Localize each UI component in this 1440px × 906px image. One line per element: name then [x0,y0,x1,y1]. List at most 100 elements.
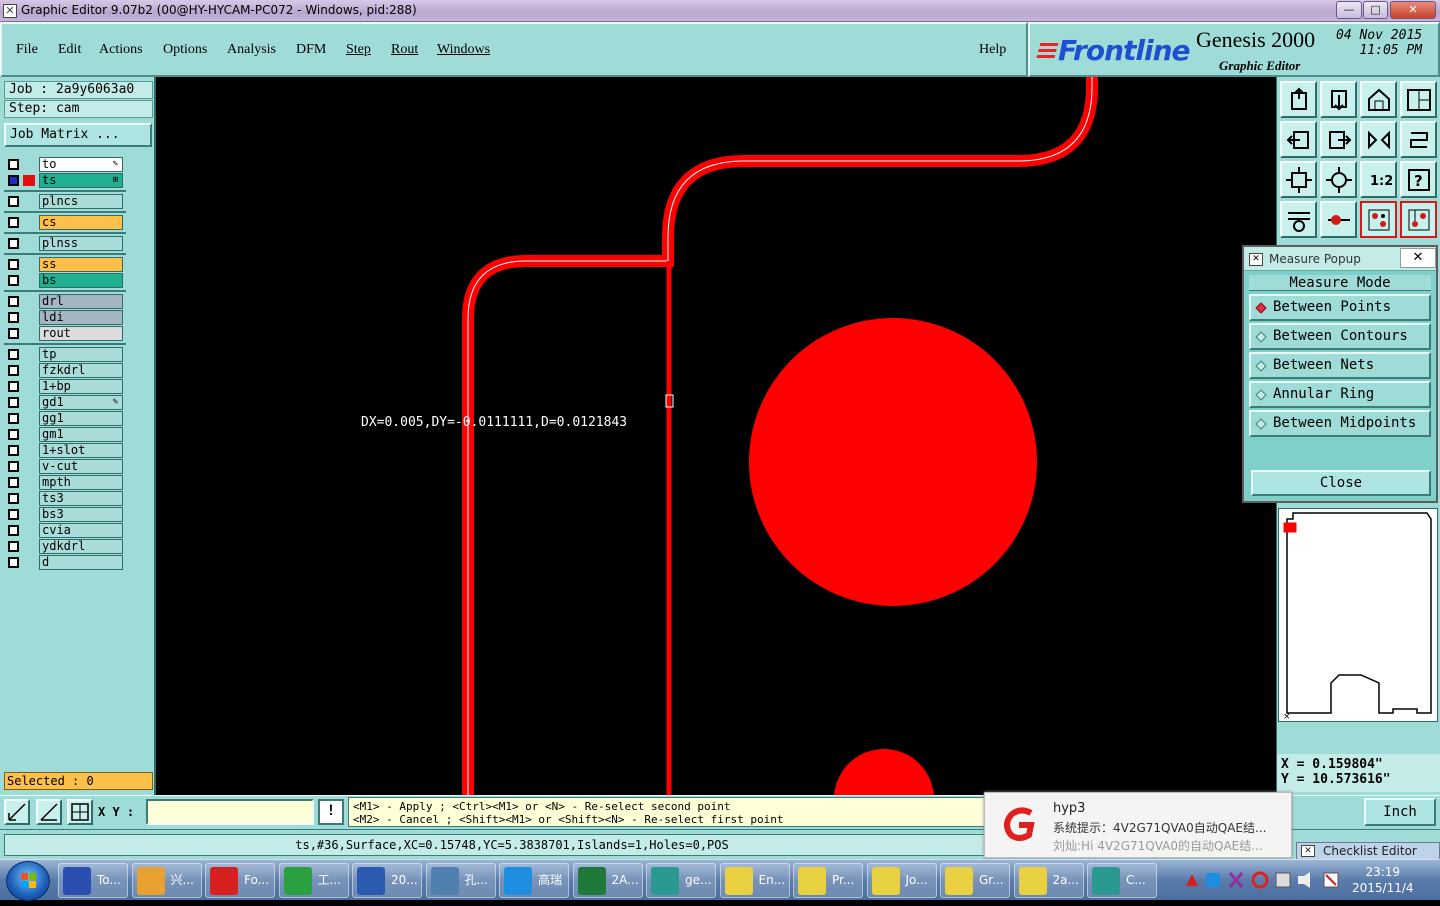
layer-name[interactable]: bs [39,273,123,288]
layer-row-bs3[interactable]: bs3 [4,507,126,522]
layer-checkbox[interactable] [8,349,19,360]
taskbar-item[interactable]: En... [719,863,790,898]
menu-windows[interactable]: Windows [437,42,490,58]
pan-right-icon[interactable] [1320,121,1357,158]
taskbar-item[interactable]: Gr... [940,863,1010,898]
measure-mode-option[interactable]: Between Nets [1249,352,1431,379]
measure-mode-option[interactable]: Between Contours [1249,323,1431,350]
exclamation-button[interactable]: ! [318,799,344,825]
taskbar-item[interactable]: Fo... [205,863,275,898]
layer-row-mpth[interactable]: mpth [4,475,126,490]
layer-name[interactable]: d [39,555,123,570]
layer-checkbox[interactable] [8,275,19,286]
layer-row-ydkdrl[interactable]: ydkdrl [4,539,126,554]
menu-edit[interactable]: Edit [58,42,81,58]
mirror-icon[interactable] [1360,121,1397,158]
close-window-button[interactable]: ✕ [1390,1,1436,19]
layer-name[interactable]: ss [39,257,123,272]
taskbar-item[interactable]: Pr... [793,863,863,898]
clock[interactable]: 23:19 2015/11/4 [1352,864,1414,896]
layer-name[interactable]: plncs [39,194,123,209]
job-matrix-button[interactable]: Job Matrix ... [4,123,152,147]
settings-tools-icon[interactable] [1280,201,1317,238]
layer-row-to[interactable]: to ✎ [4,157,126,172]
layer-row-drl[interactable]: drl [4,294,126,309]
layer-name[interactable]: drl [39,294,123,309]
pad-large[interactable] [749,318,1037,606]
layer-name[interactable]: 1+bp [39,379,123,394]
menu-dfm[interactable]: DFM [296,42,326,58]
layer-checkbox[interactable] [8,541,19,552]
split-view-icon[interactable] [1400,81,1437,118]
menu-help[interactable]: Help [979,42,1006,58]
taskbar-item[interactable]: C... [1087,863,1157,898]
maximize-button[interactable]: □ [1363,1,1388,19]
menu-file[interactable]: File [16,42,38,58]
zoom-home-icon[interactable] [1280,81,1317,118]
layer-name[interactable]: mpth [39,475,123,490]
layer-row-plnss[interactable]: plnss [4,236,126,251]
zoom-center-icon[interactable] [1320,161,1357,198]
layer-checkbox[interactable] [8,296,19,307]
layer-checkbox[interactable] [8,175,19,186]
layer-row-ts[interactable]: ts ⊞ [4,173,126,188]
taskbar-item[interactable]: 兴... [131,863,202,898]
layer-name[interactable]: v-cut [39,459,123,474]
layer-row-ldi[interactable]: ldi [4,310,126,325]
layer-checkbox[interactable] [8,328,19,339]
layer-name[interactable]: ts3 [39,491,123,506]
measure-mode-option[interactable]: Between Midpoints [1249,410,1431,437]
layer-checkbox[interactable] [8,381,19,392]
measure-mode-option[interactable]: Between Points [1249,294,1431,321]
layer-name[interactable]: ts ⊞ [39,173,123,188]
layer-name[interactable]: to ✎ [39,157,123,172]
fit-screen-icon[interactable] [1280,161,1317,198]
layer-name[interactable]: plnss [39,236,123,251]
units-button[interactable]: Inch [1364,798,1436,826]
taskbar-item[interactable]: To... [58,863,128,898]
home-layout-icon[interactable] [1360,81,1397,118]
layer-name[interactable]: ldi [39,310,123,325]
xy-input[interactable] [146,799,314,825]
angle-snap-icon[interactable] [36,799,62,825]
layer-checkbox[interactable] [8,312,19,323]
taskbar-item[interactable]: Jo... [866,863,937,898]
layer-checkbox[interactable] [8,159,19,170]
layer-row-cs[interactable]: cs [4,215,126,230]
menu-analysis[interactable]: Analysis [227,42,276,58]
board-overview[interactable]: × [1278,508,1438,722]
taskbar-item[interactable]: 高瑞 [499,863,569,898]
layer-checkbox[interactable] [8,365,19,376]
layer-row-fzkdrl[interactable]: fzkdrl [4,363,126,378]
taskbar-item[interactable]: 20... [352,863,422,898]
measure-mode-option[interactable]: Annular Ring [1249,381,1431,408]
layer-row-plncs[interactable]: plncs [4,194,126,209]
layer-name[interactable]: cvia [39,523,123,538]
layer-name[interactable]: ydkdrl [39,539,123,554]
drc-check-icon[interactable] [1400,201,1437,238]
layer-checkbox[interactable] [8,413,19,424]
layer-checkbox[interactable] [8,461,19,472]
help-icon[interactable]: ? [1400,161,1437,198]
layer-checkbox[interactable] [8,509,19,520]
layer-name[interactable]: fzkdrl [39,363,123,378]
layer-name[interactable]: bs3 [39,507,123,522]
taskbar-item[interactable]: 工... [278,863,349,898]
layer-row-1+slot[interactable]: 1+slot [4,443,126,458]
layer-compare-icon[interactable] [1360,201,1397,238]
layer-name[interactable]: tp [39,347,123,362]
layer-checkbox[interactable] [8,557,19,568]
taskbar-item[interactable]: ge... [646,863,716,898]
notification-toast[interactable]: hyp3 系统提示：4V2G71QVA0自动QAE结... 刘灿:Hi 4V2G… [984,792,1292,858]
start-button[interactable] [6,861,50,901]
layer-row-cvia[interactable]: cvia [4,523,126,538]
layer-checkbox[interactable] [8,217,19,228]
taskbar-item[interactable]: 2A... [572,863,643,898]
redraw-icon[interactable] [1400,121,1437,158]
checklist-editor-tab[interactable]: ✕ Checklist Editor [1296,842,1440,860]
taskbar-item[interactable]: 2a... [1013,863,1084,898]
menu-rout[interactable]: Rout [391,42,418,58]
menu-actions[interactable]: Actions [99,42,143,58]
layer-row-rout[interactable]: rout [4,326,126,341]
zoom-down-icon[interactable] [1320,81,1357,118]
